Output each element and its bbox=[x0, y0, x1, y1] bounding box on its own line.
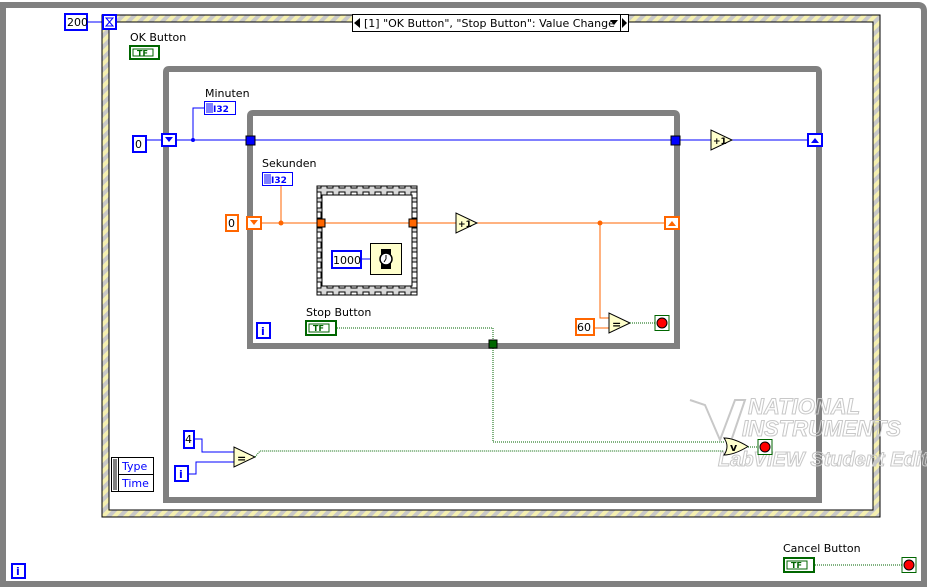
svg-text:+1: +1 bbox=[713, 137, 727, 147]
sekunden-init-constant[interactable]: 0 bbox=[225, 214, 239, 232]
sekunden-shift-register-left[interactable] bbox=[246, 216, 262, 230]
hourglass-timeout-icon bbox=[102, 14, 117, 30]
minuten-shift-register-right[interactable] bbox=[807, 133, 823, 147]
wait-ms-function[interactable] bbox=[370, 243, 402, 275]
equals-four-function[interactable]: = bbox=[233, 446, 257, 468]
four-constant[interactable]: 4 bbox=[183, 430, 195, 449]
svg-text:TF: TF bbox=[791, 561, 802, 570]
outer-loop-stop-terminal[interactable] bbox=[901, 557, 917, 573]
middle-loop-stop-terminal[interactable] bbox=[757, 439, 773, 455]
flat-sequence-structure[interactable] bbox=[316, 185, 418, 296]
minuten-label: Minuten bbox=[205, 87, 250, 100]
minuten-indicator[interactable]: I32 bbox=[204, 101, 236, 116]
stop-button-label: Stop Button bbox=[306, 306, 371, 319]
svg-text:LabVIEW Student Edition: LabVIEW Student Edition bbox=[718, 449, 927, 471]
equals-sixty-function[interactable]: = bbox=[608, 312, 632, 334]
stop-button-terminal[interactable]: TF bbox=[305, 320, 337, 336]
wait-ms-constant[interactable]: 1000 bbox=[331, 250, 362, 269]
svg-text:4: 4 bbox=[185, 433, 192, 446]
sekunden-shift-register-right[interactable] bbox=[664, 216, 680, 230]
cancel-button-label: Cancel Button bbox=[783, 542, 861, 555]
increment-minutes-function[interactable]: +1 bbox=[710, 129, 734, 151]
timeout-value: 200 bbox=[67, 16, 88, 29]
event-data-node[interactable]: Type Time bbox=[111, 457, 154, 492]
event-data-time: Time bbox=[121, 477, 149, 490]
sequence-tunnel-right bbox=[408, 218, 418, 228]
event-case-label: [1] "OK Button", "Stop Button": Value Ch… bbox=[364, 17, 615, 30]
minuten-shift-register-left[interactable] bbox=[161, 133, 177, 147]
svg-text:60: 60 bbox=[577, 321, 591, 334]
svg-text:i: i bbox=[179, 468, 183, 481]
ni-watermark: NATIONAL INSTRUMENTS LabVIEW Student Edi… bbox=[689, 394, 927, 472]
svg-text:+1: +1 bbox=[458, 220, 472, 230]
sixty-constant[interactable]: 60 bbox=[575, 318, 595, 336]
minuten-tunnel-right bbox=[670, 135, 681, 146]
middle-iteration-terminal: i bbox=[174, 465, 189, 482]
stop-button-tunnel bbox=[488, 339, 498, 349]
svg-text:=: = bbox=[237, 452, 246, 465]
minuten-tunnel-left bbox=[245, 135, 256, 146]
svg-text:1000: 1000 bbox=[333, 254, 361, 267]
timeout-constant[interactable]: 200 bbox=[64, 13, 88, 31]
wristwatch-icon bbox=[379, 249, 393, 269]
increment-seconds-function[interactable]: +1 bbox=[455, 212, 479, 234]
outer-iteration-terminal: i bbox=[11, 563, 26, 579]
cancel-button-terminal[interactable]: TF bbox=[783, 557, 815, 573]
ok-button-terminal[interactable]: TF bbox=[129, 45, 160, 60]
sekunden-label: Sekunden bbox=[262, 157, 316, 170]
svg-text:=: = bbox=[612, 318, 621, 331]
svg-text:i: i bbox=[261, 325, 265, 338]
svg-text:I32: I32 bbox=[271, 176, 287, 186]
svg-text:v: v bbox=[730, 441, 738, 454]
svg-text:INSTRUMENTS: INSTRUMENTS bbox=[742, 416, 901, 441]
block-diagram: 200 [1] "OK Button", "Stop Button": Valu… bbox=[0, 2, 927, 587]
svg-text:i: i bbox=[16, 565, 20, 578]
svg-text:TF: TF bbox=[137, 49, 148, 58]
inner-loop-stop-terminal[interactable] bbox=[654, 315, 670, 331]
ok-button-label: OK Button bbox=[130, 31, 186, 44]
minuten-init-constant[interactable]: 0 bbox=[132, 135, 147, 153]
sekunden-indicator[interactable]: I32 bbox=[262, 172, 293, 187]
svg-text:0: 0 bbox=[228, 217, 235, 230]
inner-iteration-terminal: i bbox=[256, 322, 271, 339]
svg-text:0: 0 bbox=[135, 138, 142, 151]
svg-text:TF: TF bbox=[313, 324, 324, 333]
sequence-tunnel-left bbox=[316, 218, 326, 228]
svg-text:I32: I32 bbox=[213, 105, 229, 115]
event-case-selector[interactable]: [1] "OK Button", "Stop Button": Value Ch… bbox=[352, 14, 629, 32]
event-data-type: Type bbox=[121, 460, 147, 473]
